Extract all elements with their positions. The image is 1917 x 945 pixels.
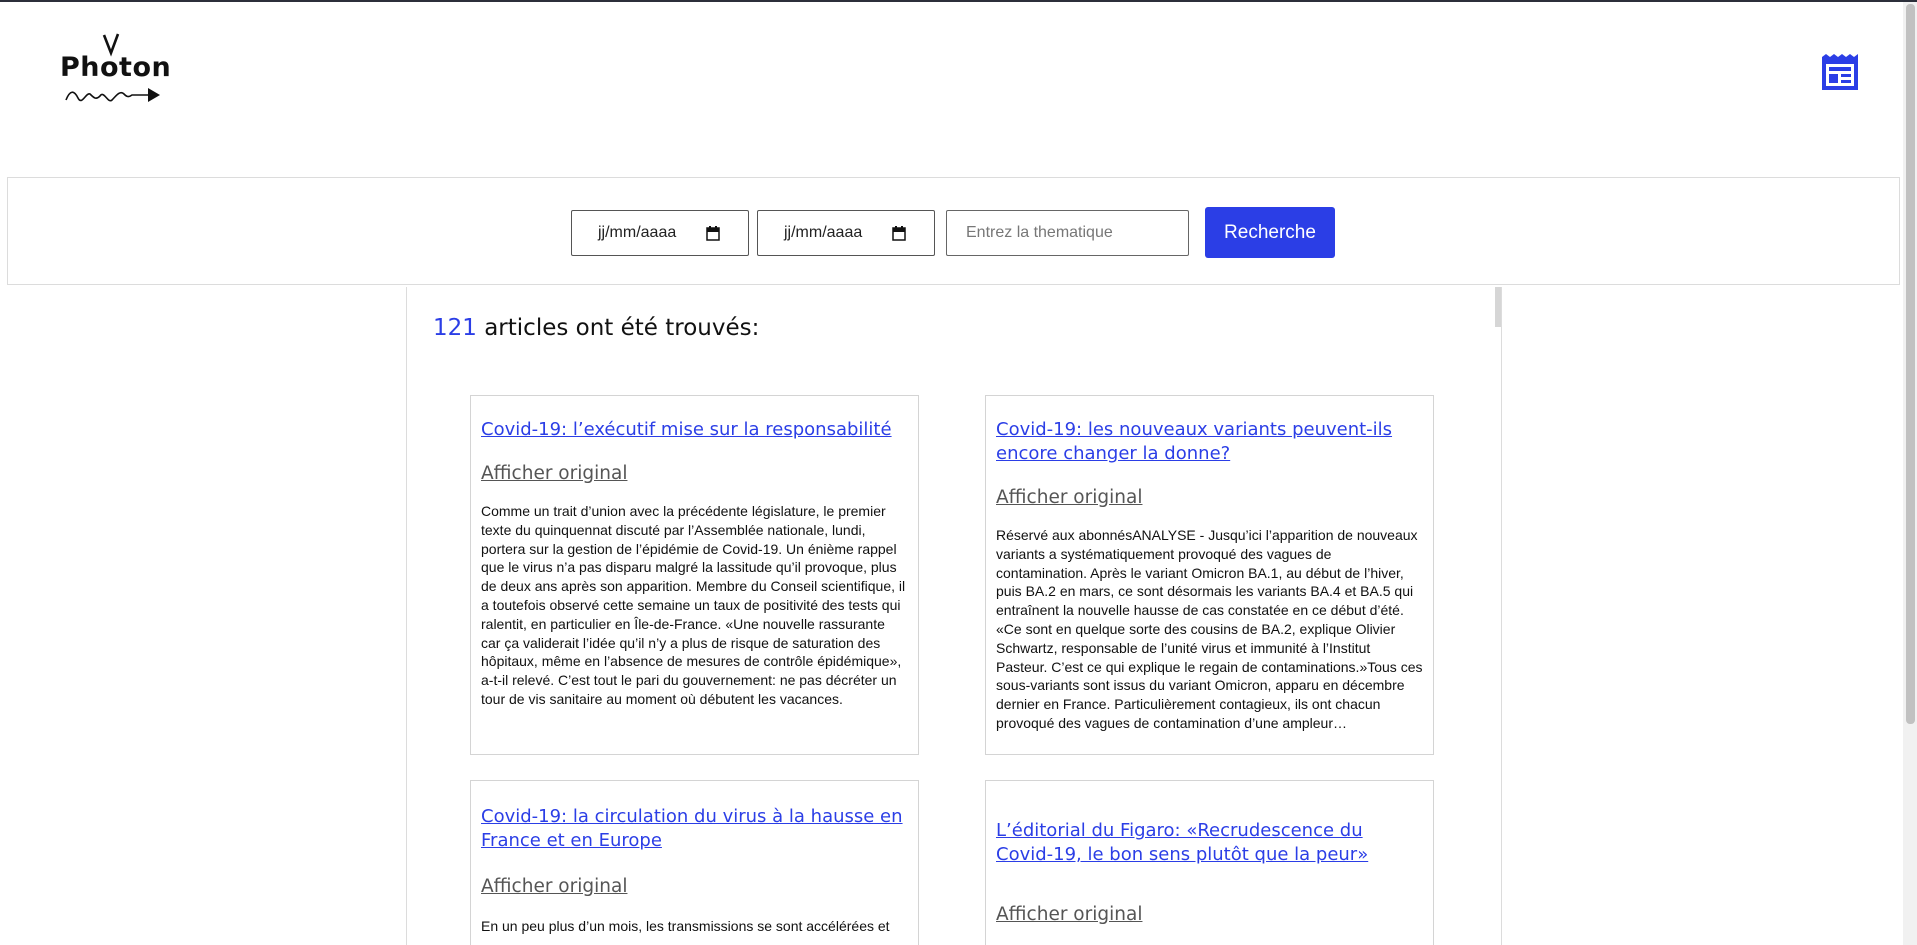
search-bar: jj/mm/aaaa jj/mm/aaaa Recherche xyxy=(7,177,1900,285)
theme-input[interactable] xyxy=(946,210,1189,256)
article-title-link[interactable]: Covid-19: l’exécutif mise sur la respons… xyxy=(481,418,908,442)
show-original-link[interactable]: Afficher original xyxy=(481,462,908,486)
date-to-input[interactable]: jj/mm/aaaa xyxy=(757,210,935,256)
show-original-link[interactable]: Afficher original xyxy=(481,875,908,899)
results-panel: 121 articles ont été trouvés: Covid-19: … xyxy=(406,287,1502,945)
date-from-value: jj/mm/aaaa xyxy=(598,224,677,241)
article-excerpt: Comme un trait d’union avec la précédent… xyxy=(481,503,906,707)
article-card: L’éditorial du Figaro: «Recrudescence du… xyxy=(985,780,1434,945)
results-scrollbar[interactable] xyxy=(1495,287,1501,327)
date-from-input[interactable]: jj/mm/aaaa xyxy=(571,210,749,256)
article-excerpt: Réservé aux abonnésANALYSE - Jusqu’ici l… xyxy=(996,527,1423,731)
article-title-link[interactable]: L’éditorial du Figaro: «Recrudescence du… xyxy=(996,819,1423,867)
newspaper-menu-icon[interactable] xyxy=(1820,54,1860,92)
page-scrollbar-thumb[interactable] xyxy=(1906,4,1915,724)
article-card: Covid-19: l’exécutif mise sur la respons… xyxy=(470,395,919,755)
article-excerpt: En un peu plus d’un mois, les transmissi… xyxy=(481,918,890,934)
calendar-icon[interactable] xyxy=(706,226,720,241)
calendar-icon[interactable] xyxy=(892,226,906,241)
article-card: Covid-19: la circulation du virus à la h… xyxy=(470,780,919,945)
show-original-link[interactable]: Afficher original xyxy=(996,903,1423,927)
search-button[interactable]: Recherche xyxy=(1205,207,1335,258)
photon-logo[interactable]: Photon xyxy=(60,30,171,110)
results-count-number: 121 xyxy=(433,315,477,341)
logo-text: Photon xyxy=(60,52,172,83)
results-count-label: articles ont été trouvés: xyxy=(476,315,760,341)
article-title-link[interactable]: Covid-19: la circulation du virus à la h… xyxy=(481,805,908,853)
article-title-link[interactable]: Covid-19: les nouveaux variants peuvent-… xyxy=(996,418,1423,466)
article-card: Covid-19: les nouveaux variants peuvent-… xyxy=(985,395,1434,755)
date-to-value: jj/mm/aaaa xyxy=(784,224,863,241)
show-original-link[interactable]: Afficher original xyxy=(996,486,1423,510)
results-count: 121 articles ont été trouvés: xyxy=(433,315,759,341)
